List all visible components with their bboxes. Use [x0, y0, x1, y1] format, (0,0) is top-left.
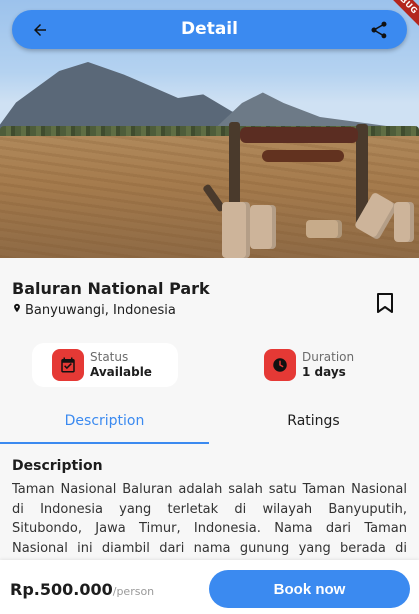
- price-value: Rp.500.000: [10, 580, 113, 599]
- tab-bar: Description Ratings: [0, 400, 419, 444]
- wood-stump: [222, 202, 250, 258]
- clock-icon: [264, 349, 296, 381]
- status-value: Available: [90, 365, 152, 379]
- booking-bar: Rp.500.000/person Book now: [0, 560, 419, 614]
- sign-board-top: [240, 127, 358, 143]
- description-heading: Description: [12, 458, 103, 474]
- status-label: Status: [90, 350, 129, 364]
- calendar-check-icon: [52, 349, 84, 381]
- sign-board-bottom: [262, 150, 344, 162]
- tab-description[interactable]: Description: [0, 400, 209, 442]
- description-text: Taman Nasional Baluran adalah salah satu…: [12, 482, 407, 556]
- location-text: Banyuwangi, Indonesia: [25, 302, 176, 318]
- duration-card: Duration 1 days: [256, 343, 402, 387]
- duration-value: 1 days: [302, 365, 346, 379]
- location-row: Banyuwangi, Indonesia: [12, 302, 176, 318]
- book-now-button[interactable]: Book now: [209, 570, 410, 608]
- tab-indicator: [0, 442, 209, 444]
- wood-stump: [394, 202, 414, 242]
- tab-ratings[interactable]: Ratings: [209, 400, 418, 442]
- status-card: Status Available: [32, 343, 178, 387]
- wood-stump: [250, 205, 276, 249]
- top-app-bar: Detail: [12, 10, 407, 49]
- price-row: Rp.500.000/person: [10, 580, 154, 599]
- price-unit: /person: [112, 585, 155, 598]
- wood-log: [306, 220, 342, 238]
- share-icon[interactable]: [365, 16, 393, 44]
- page-title: Detail: [181, 19, 238, 39]
- place-name: Baluran National Park: [12, 279, 210, 298]
- location-pin-icon: [12, 302, 22, 318]
- bookmark-icon[interactable]: [375, 292, 397, 316]
- duration-label: Duration: [302, 350, 355, 364]
